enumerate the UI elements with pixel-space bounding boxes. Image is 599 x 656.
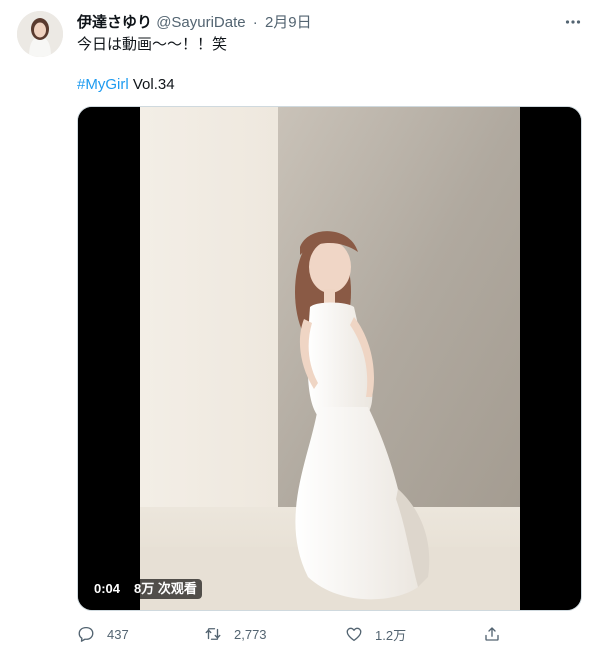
user-handle[interactable]: @SayuriDate <box>156 14 245 31</box>
heart-icon <box>346 627 362 642</box>
retweet-icon <box>205 628 221 640</box>
like-button[interactable]: 1.2万 <box>345 622 406 646</box>
video-timestamp: 0:04 <box>89 579 126 599</box>
hashtag-suffix-text: Vol.34 <box>128 76 175 93</box>
share-button[interactable] <box>483 622 501 646</box>
tweet-text: 今日は動画〜〜！！笑 <box>77 36 228 53</box>
avatar-image <box>17 11 63 57</box>
tweet-actions: 437 2,773 1.2万 <box>77 622 507 646</box>
like-count: 1.2万 <box>375 627 407 643</box>
display-name[interactable]: 伊達さゆり <box>77 14 152 31</box>
reply-icon <box>78 626 94 642</box>
reply-count: 437 <box>107 626 129 642</box>
separator-dot: · <box>252 14 258 31</box>
hashtag-link[interactable]: #MyGirl <box>77 76 129 93</box>
video-view-count: 8万 次观看 <box>129 579 202 599</box>
share-icon <box>485 627 499 641</box>
more-dots-icon <box>565 20 581 24</box>
avatar[interactable] <box>17 11 63 57</box>
tweet-date[interactable]: 2月9日 <box>265 14 312 31</box>
video-frame <box>78 107 581 610</box>
retweet-count: 2,773 <box>234 626 267 642</box>
reply-button[interactable]: 437 <box>77 622 129 646</box>
tweet-hashtag-line: #MyGirl Vol.34 <box>77 75 175 95</box>
video-overlay: 0:04 8万 次观看 <box>89 578 202 600</box>
tweet-header: 伊達さゆり @SayuriDate · 2月9日 <box>77 13 312 33</box>
retweet-button[interactable]: 2,773 <box>204 622 267 646</box>
tweet[interactable]: 伊達さゆり @SayuriDate · 2月9日 今日は動画〜〜！！笑 #MyG… <box>0 0 599 656</box>
video-player[interactable] <box>77 106 582 611</box>
more-options-button[interactable] <box>563 12 583 32</box>
